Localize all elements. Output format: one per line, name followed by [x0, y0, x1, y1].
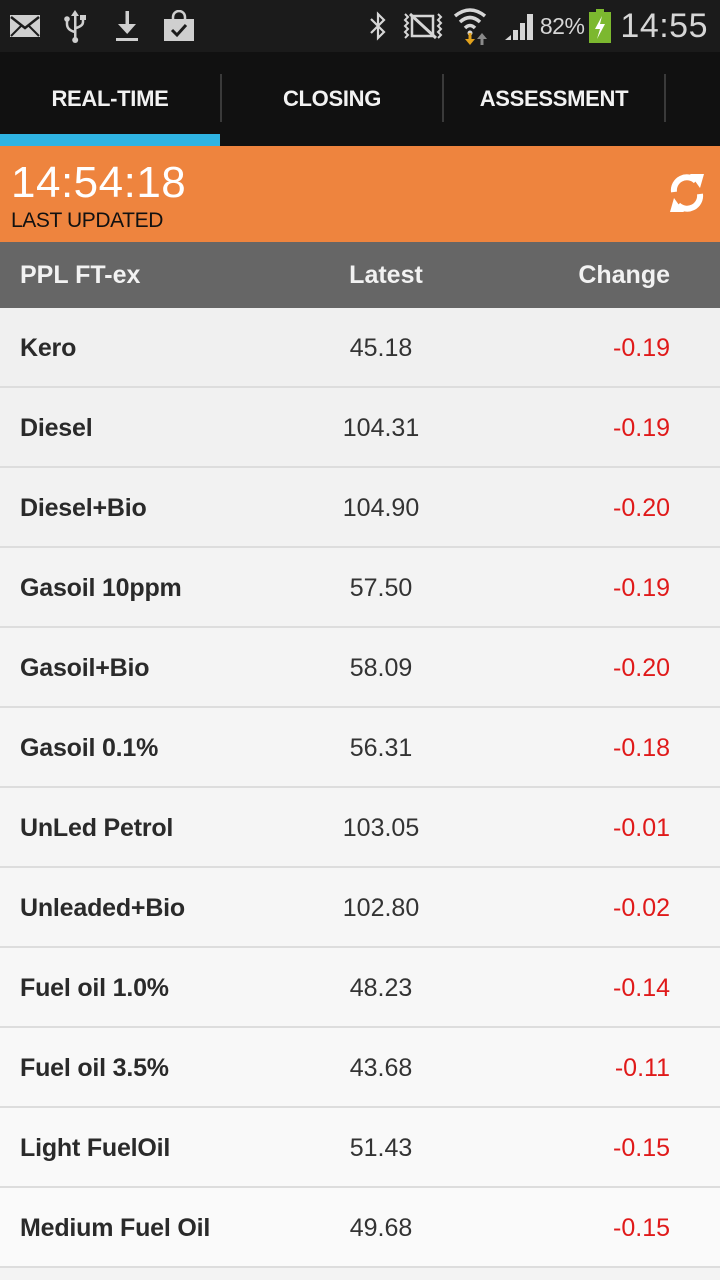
wifi-icon — [452, 3, 492, 49]
table-row[interactable]: Unleaded+Bio 102.80 -0.02 — [0, 868, 720, 948]
table-row[interactable]: Diesel+Bio 104.90 -0.20 — [0, 468, 720, 548]
system-icons: 82% 14:55 — [366, 0, 708, 52]
table-row[interactable]: Medium Fuel Oil 49.68 -0.15 — [0, 1188, 720, 1268]
tab-closing[interactable]: CLOSING — [222, 52, 442, 146]
latest-price: 58.09 — [349, 653, 413, 682]
tab-assessment[interactable]: ASSESSMENT — [444, 52, 664, 146]
last-updated-time: 14:54:18 — [11, 158, 187, 207]
battery-charging-icon — [588, 6, 612, 46]
mail-icon — [8, 12, 42, 40]
tab-closing-label: CLOSING — [282, 86, 382, 111]
product-name: UnLed Petrol — [20, 813, 174, 842]
table-row[interactable]: UnLed Petrol 103.05 -0.01 — [0, 788, 720, 868]
price-change: -0.15 — [613, 1133, 670, 1162]
signal-icon — [502, 6, 536, 46]
clock: 14:55 — [620, 6, 708, 45]
latest-price: 48.23 — [349, 973, 413, 1002]
last-updated-label: LAST UPDATED — [11, 209, 163, 232]
product-name: Gasoil+Bio — [20, 653, 150, 682]
table-row[interactable]: Fuel oil 3.5% 43.68 -0.11 — [0, 1028, 720, 1108]
last-updated-panel: 14:54:18 LAST UPDATED — [0, 146, 720, 242]
product-name: Kero — [20, 333, 77, 362]
product-name: Unleaded+Bio — [20, 893, 185, 922]
table-row[interactable]: Diesel 104.31 -0.19 — [0, 388, 720, 468]
latest-price: 49.68 — [349, 1213, 413, 1242]
product-name: Gasoil 0.1% — [20, 733, 159, 762]
download-icon — [112, 6, 142, 46]
refresh-button[interactable] — [662, 168, 712, 222]
price-change: -0.11 — [614, 1053, 670, 1082]
table-row[interactable]: Fuel oil 1.0% 48.23 -0.14 — [0, 948, 720, 1028]
product-name: Diesel — [20, 413, 93, 442]
latest-price: 57.50 — [349, 573, 413, 602]
product-name: Medium Fuel Oil — [20, 1213, 211, 1242]
price-change: -0.19 — [613, 413, 670, 442]
refresh-icon — [666, 170, 708, 221]
price-change: -0.20 — [613, 493, 670, 522]
table-row[interactable]: Gasoil 0.1% 56.31 -0.18 — [0, 708, 720, 788]
product-name: Light FuelOil — [20, 1133, 171, 1162]
price-change: -0.15 — [613, 1213, 670, 1242]
tab-assessment-label: ASSESSMENT — [479, 86, 629, 111]
tab-divider — [664, 74, 666, 122]
latest-price: 56.31 — [349, 733, 413, 762]
latest-price: 104.90 — [342, 493, 420, 522]
price-change: -0.20 — [613, 653, 670, 682]
price-change: -0.18 — [613, 733, 670, 762]
notification-icons — [8, 0, 196, 52]
latest-price: 51.43 — [349, 1133, 413, 1162]
table-row[interactable]: Kero 45.18 -0.19 — [0, 308, 720, 388]
price-change: -0.19 — [613, 333, 670, 362]
store-bag-icon — [162, 6, 196, 46]
table-row[interactable]: Light FuelOil 51.43 -0.15 — [0, 1108, 720, 1188]
column-header-change: Change — [578, 260, 670, 289]
table-row[interactable]: Gasoil+Bio 58.09 -0.20 — [0, 628, 720, 708]
price-change: -0.14 — [613, 973, 670, 1002]
price-table: Kero 45.18 -0.19 Diesel 104.31 -0.19 Diesel+Bi… — [0, 308, 720, 1268]
latest-price: 45.18 — [349, 333, 413, 362]
column-header-latest: Latest — [349, 260, 423, 289]
latest-price: 102.80 — [342, 893, 420, 922]
price-change: -0.01 — [613, 813, 670, 842]
selected-tab-indicator — [0, 134, 220, 146]
usb-icon — [60, 6, 90, 46]
latest-price: 103.05 — [342, 813, 420, 842]
price-change: -0.19 — [613, 573, 670, 602]
product-name: Gasoil 10ppm — [20, 573, 182, 602]
battery-percent: 82% — [539, 12, 585, 39]
status-bar: 82% 14:55 — [0, 0, 720, 52]
product-name: Fuel oil 3.5% — [20, 1053, 169, 1082]
latest-price: 104.31 — [342, 413, 420, 442]
vibrate-mute-icon — [400, 6, 446, 46]
price-change: -0.02 — [613, 893, 670, 922]
latest-price: 43.68 — [349, 1053, 413, 1082]
table-header: PPL FT-ex Latest Change — [0, 242, 720, 308]
tab-bar: REAL-TIME CLOSING ASSESSMENT — [0, 52, 720, 146]
tab-real-time[interactable]: REAL-TIME — [0, 52, 220, 146]
bluetooth-icon — [366, 6, 390, 46]
column-header-name: PPL FT-ex — [20, 260, 141, 289]
table-row[interactable]: Gasoil 10ppm 57.50 -0.19 — [0, 548, 720, 628]
product-name: Diesel+Bio — [20, 493, 147, 522]
product-name: Fuel oil 1.0% — [20, 973, 169, 1002]
tab-real-time-label: REAL-TIME — [51, 86, 169, 111]
